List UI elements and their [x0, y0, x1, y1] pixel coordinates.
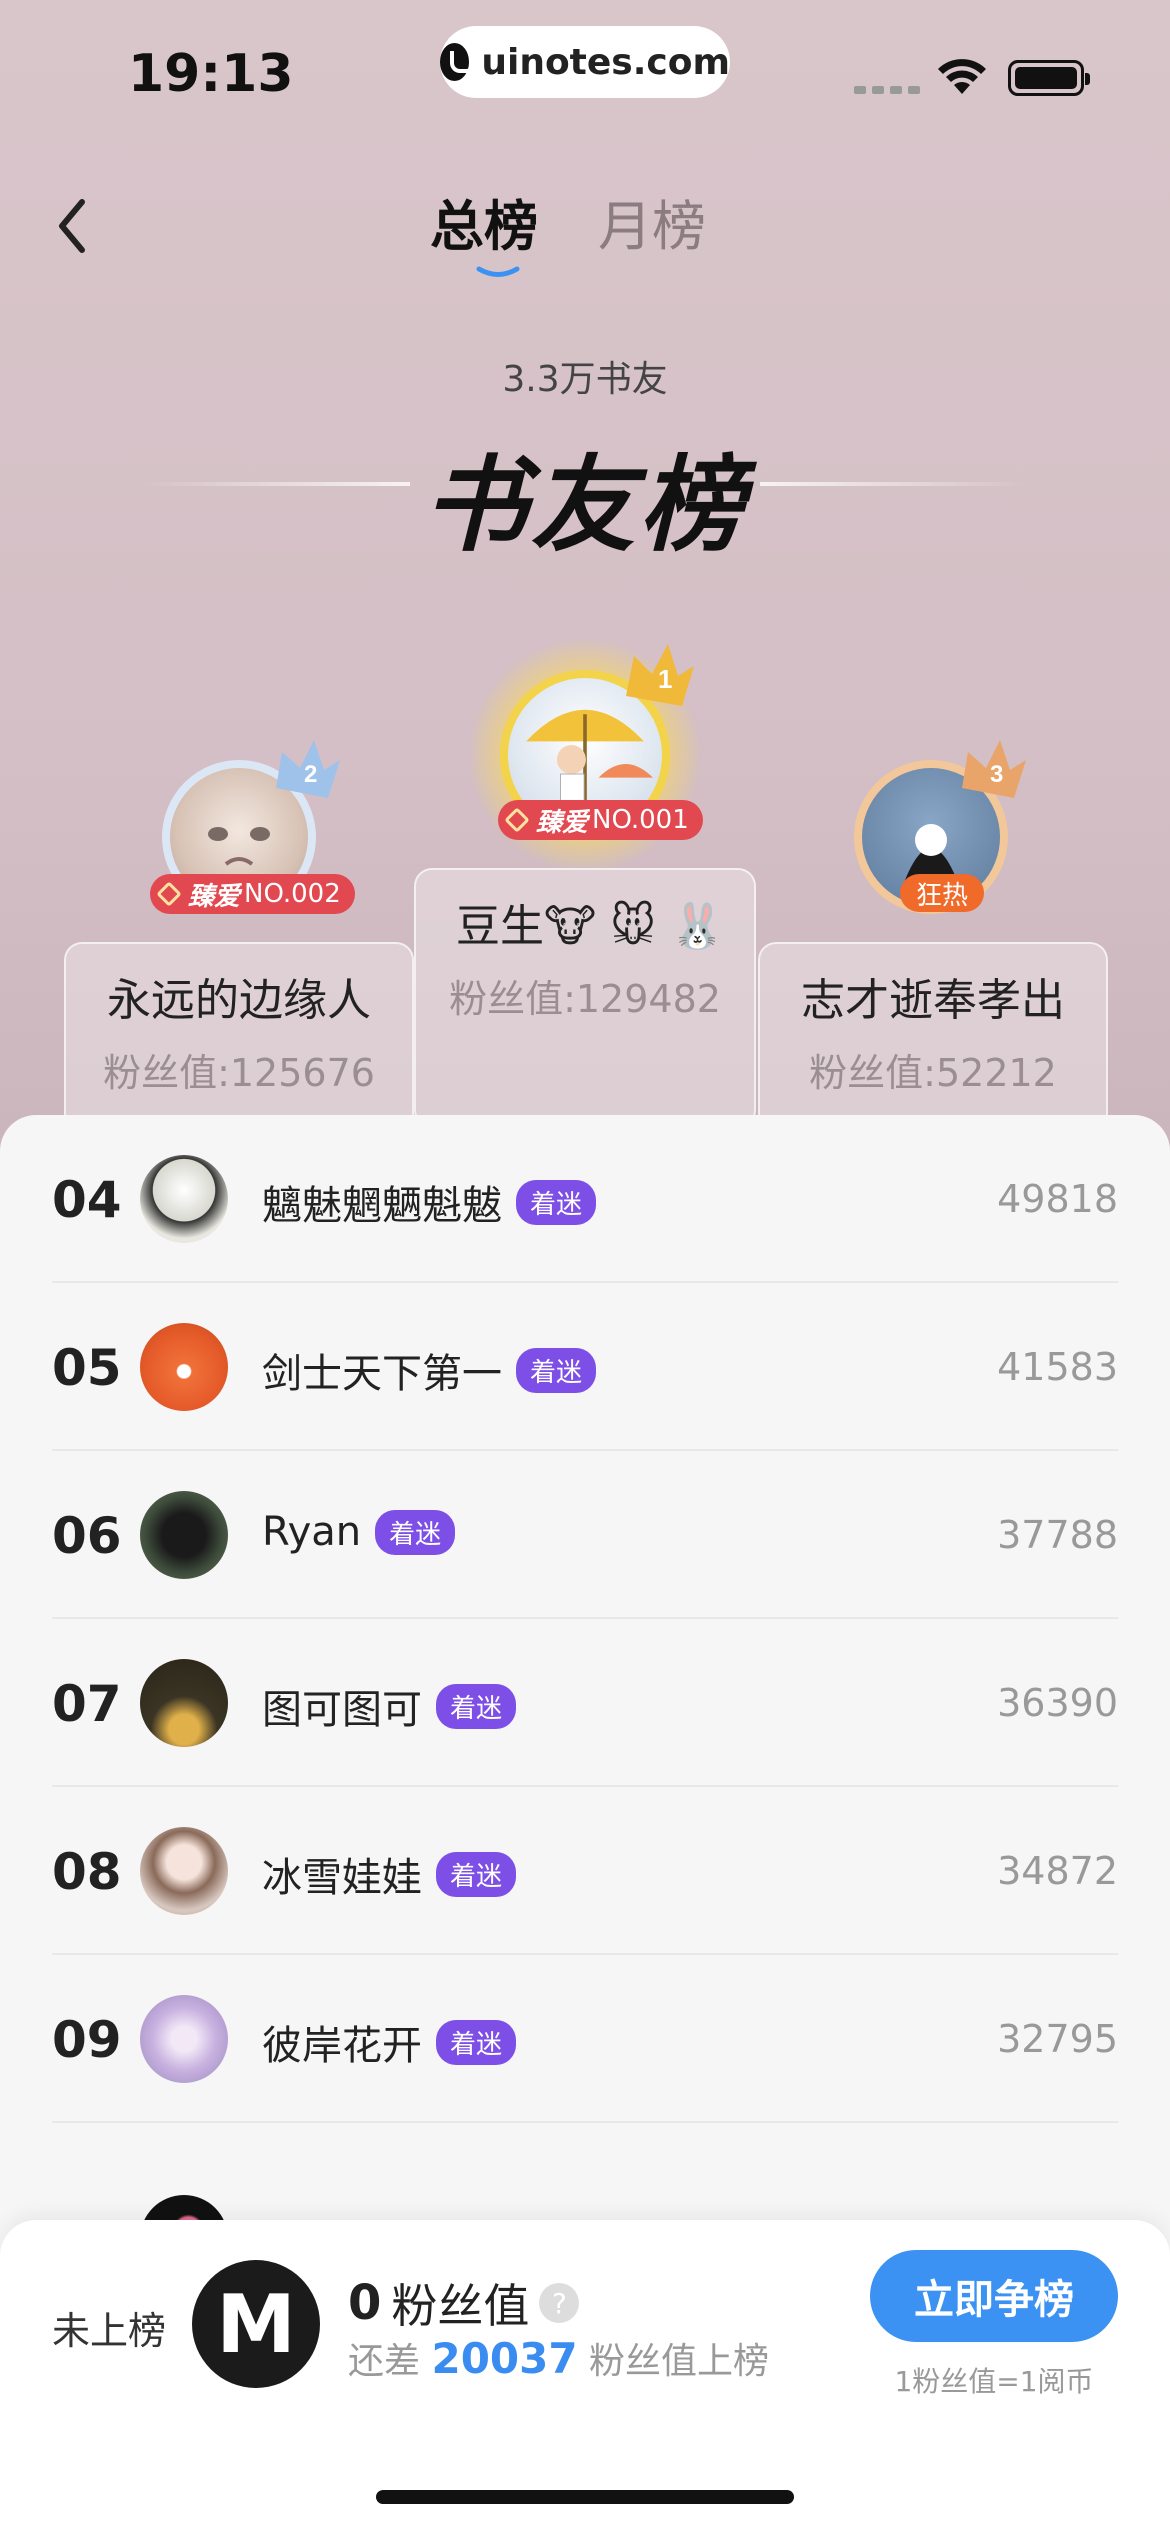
status-time: 19:13: [128, 44, 294, 104]
my-fans-value: 0 粉丝值 ?: [348, 2270, 580, 2336]
help-icon[interactable]: ?: [539, 2283, 580, 2323]
fan-value: 34872: [997, 1849, 1118, 1893]
crown-second-icon: 2: [276, 740, 340, 798]
list-item-name-group: 魑魅魍魉魁魃 着迷: [262, 1173, 597, 1231]
uinotes-logo-icon: [440, 43, 477, 81]
podium-first-name: 豆生🐮 🐭 🐰: [456, 901, 725, 952]
badge-second: 臻爱 NO.002: [150, 874, 355, 914]
avatar[interactable]: [140, 1659, 228, 1747]
podium-first-value: 粉丝值:129482: [449, 977, 721, 1021]
gap-prefix: 还差: [348, 2341, 421, 2382]
rank-number: 05: [52, 1339, 122, 1397]
rank-number: 06: [52, 1507, 122, 1565]
user-name: 剑士天下第一: [262, 1351, 502, 1397]
badge-first-no: NO.001: [592, 805, 689, 835]
my-fans-number: 0: [348, 2275, 382, 2331]
rank-number: 04: [52, 1171, 122, 1229]
url-pill: uinotes.com: [440, 26, 730, 98]
my-avatar-letter: M: [216, 2277, 296, 2371]
badge-second-prefix: 臻爱: [188, 881, 241, 912]
rank-number: 09: [52, 2011, 122, 2069]
list-item-name-group: 冰雪娃娃 着迷: [262, 1845, 517, 1903]
list-item[interactable]: 06 Ryan 着迷 37788: [52, 1451, 1118, 1619]
list-item[interactable]: 08 冰雪娃娃 着迷 34872: [52, 1787, 1118, 1955]
fan-level-tag: 着迷: [516, 1347, 597, 1393]
user-name: 图可图可: [262, 1687, 422, 1733]
badge-third: 狂热: [900, 874, 985, 912]
my-rank-bar: 未上榜 M 0 粉丝值 ? 还差 20037 粉丝值上榜 立即争榜 1粉丝值=1…: [0, 2220, 1170, 2532]
fan-value: 49818: [997, 1177, 1118, 1221]
page-title: 书友榜: [422, 444, 747, 566]
tab-total[interactable]: 总榜: [430, 182, 538, 277]
tab-bar: 总榜 月榜: [430, 182, 706, 277]
podium-second-name: 永远的边缘人: [107, 975, 371, 1026]
gap-text: 还差 20037 粉丝值上榜: [348, 2332, 769, 2384]
diamond-icon: [504, 807, 530, 833]
user-name: 魑魅魍魉魁魃: [262, 1183, 502, 1229]
wifi-icon: [938, 59, 986, 94]
avatar[interactable]: [140, 1995, 228, 2083]
user-name: 冰雪娃娃: [262, 1855, 422, 1901]
list-item[interactable]: 09 彼岸花开 着迷 32795: [52, 1955, 1118, 2123]
my-rank-status: 未上榜: [52, 2309, 167, 2353]
list-item-name-group: 图可图可 着迷: [262, 1677, 517, 1735]
signal-icon: [854, 86, 920, 94]
my-avatar[interactable]: M: [192, 2260, 320, 2388]
list-item[interactable]: 05 剑士天下第一 着迷 41583: [52, 1283, 1118, 1451]
my-fans-unit: 粉丝值: [391, 2279, 530, 2333]
battery-icon: [1008, 60, 1090, 96]
list-item[interactable]: 07 图可图可 着迷 36390: [52, 1619, 1118, 1787]
avatar[interactable]: [140, 1827, 228, 1915]
podium-first-card[interactable]: 豆生🐮 🐭 🐰 粉丝值:129482: [414, 868, 756, 1128]
diamond-icon: [156, 881, 182, 907]
fan-value: 36390: [997, 1681, 1118, 1725]
fan-level-tag: 着迷: [375, 1509, 456, 1555]
badge-first-prefix: 臻爱: [536, 807, 589, 838]
list-item-name-group: Ryan 着迷: [262, 1509, 456, 1555]
fan-value: 37788: [997, 1513, 1118, 1557]
rank-number: 07: [52, 1675, 122, 1733]
podium-second-value: 粉丝值:125676: [103, 1051, 375, 1095]
back-chevron-icon[interactable]: [52, 196, 92, 256]
fan-level-tag: 着迷: [436, 1683, 517, 1729]
fan-value: 32795: [997, 2017, 1118, 2061]
crown-second-number: 2: [304, 761, 317, 788]
podium-third-card[interactable]: 志才逝奉孝出 粉丝值:52212: [758, 942, 1108, 1132]
badge-second-no: NO.002: [244, 879, 341, 909]
avatar[interactable]: [140, 1323, 228, 1411]
tab-monthly[interactable]: 月榜: [598, 182, 706, 261]
list-item-name-group: 彼岸花开 着迷: [262, 2013, 517, 2071]
crown-third-icon: 3: [962, 740, 1026, 798]
fan-level-tag: 着迷: [436, 1851, 517, 1897]
fan-level-tag: 着迷: [516, 1179, 597, 1225]
status-bar: 19:13 uinotes.com: [0, 0, 1170, 150]
url-text: uinotes.com: [481, 41, 730, 83]
list-item[interactable]: 04 魑魅魍魉魁魃 着迷 49818: [52, 1115, 1118, 1283]
crown-third-number: 3: [990, 761, 1003, 788]
exchange-note: 1粉丝值=1阅币: [894, 2365, 1094, 2398]
badge-first: 臻爱 NO.001: [498, 800, 703, 840]
podium-third-value: 粉丝值:52212: [809, 1051, 1057, 1095]
tab-active-indicator: [476, 266, 520, 277]
compete-button[interactable]: 立即争榜: [870, 2250, 1118, 2342]
crown-first-number: 1: [658, 664, 672, 694]
home-indicator[interactable]: [376, 2490, 794, 2504]
user-name: Ryan: [262, 1509, 362, 1555]
avatar[interactable]: [140, 1155, 228, 1243]
crown-first-icon: 1: [626, 644, 694, 706]
list-item-name-group: 剑士天下第一 着迷: [262, 1341, 597, 1399]
fan-value: 41583: [997, 1345, 1118, 1389]
podium-third-name: 志才逝奉孝出: [801, 975, 1065, 1026]
podium-second-card[interactable]: 永远的边缘人 粉丝值:125676: [64, 942, 414, 1132]
avatar[interactable]: [140, 1491, 228, 1579]
gap-number: 20037: [431, 2334, 578, 2383]
fans-count: 3.3万书友: [502, 359, 668, 400]
user-name: 彼岸花开: [262, 2023, 422, 2069]
gap-suffix: 粉丝值上榜: [589, 2341, 770, 2382]
rank-number: 08: [52, 1843, 122, 1901]
fan-level-tag: 着迷: [436, 2019, 517, 2065]
